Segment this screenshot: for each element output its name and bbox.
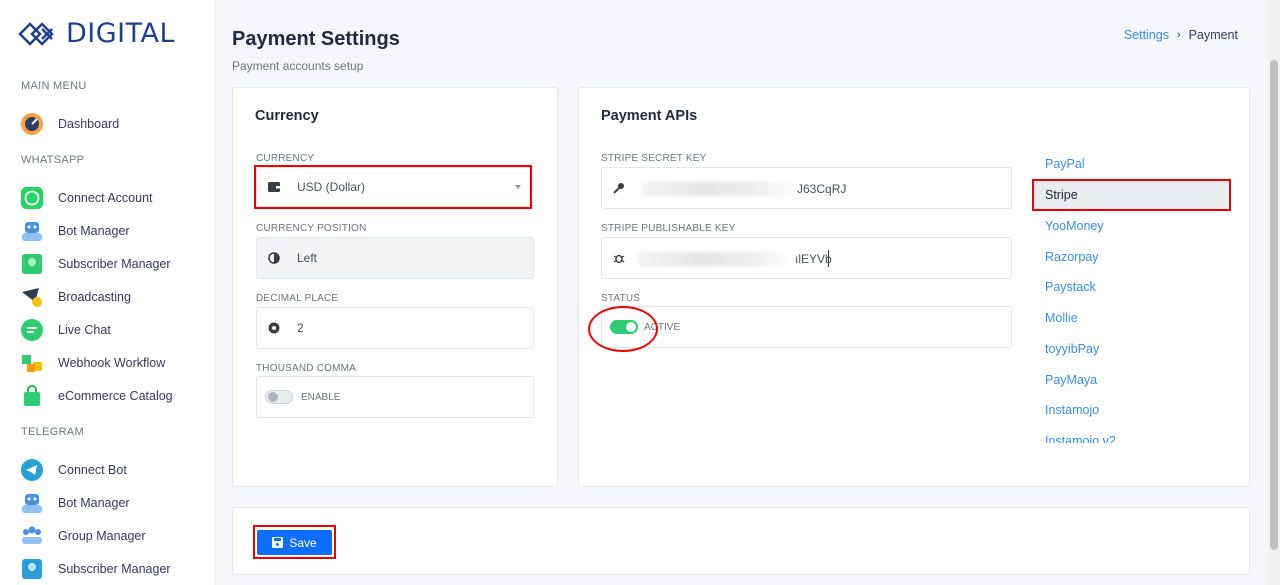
section-main-menu: MAIN MENU (21, 80, 87, 92)
decimal-place-label: DECIMAL PLACE (256, 293, 339, 304)
page-subtitle: Payment accounts setup (232, 59, 364, 73)
breadcrumb-current: Payment (1188, 28, 1238, 42)
key-icon (604, 182, 634, 194)
sidebar-item-connect-account[interactable]: Connect Account (19, 184, 209, 212)
provider-list-clip: Instamojo v2 (1045, 434, 1145, 443)
provider-paystack[interactable]: Paystack (1045, 280, 1096, 294)
subscriber-icon (19, 251, 45, 277)
stripe-secret-key-input[interactable]: J63CqRJ (601, 167, 1012, 209)
provider-paymaya[interactable]: PayMaya (1045, 373, 1097, 387)
thousand-comma-toggle-text: ENABLE (301, 391, 341, 403)
subscriber-icon (19, 556, 45, 582)
sidebar-item-label: Bot Manager (58, 496, 130, 510)
contrast-icon (259, 252, 289, 264)
currency-card: Currency (232, 87, 558, 487)
sidebar-item-tg-group-manager[interactable]: Group Manager (19, 522, 209, 550)
sidebar: DIGITAL MAIN MENU Dashboard WHATSAPP Con… (0, 0, 216, 585)
sidebar-item-tg-bot-manager[interactable]: Bot Manager (19, 489, 209, 517)
breadcrumb: Settings › Payment (1124, 28, 1238, 42)
sidebar-item-label: eCommerce Catalog (58, 389, 173, 403)
status-field: ACTIVE (601, 306, 1012, 348)
sidebar-item-label: Webhook Workflow (58, 356, 166, 370)
sidebar-item-label: Connect Account (58, 191, 153, 205)
text-cursor (828, 250, 829, 267)
stripe-publishable-key-input[interactable]: ılEYVb (601, 237, 1012, 279)
dot-circle-icon (259, 322, 289, 334)
sidebar-item-label: Bot Manager (58, 224, 130, 238)
currency-position-value: Left (297, 251, 318, 265)
stripe-secret-key-label: STRIPE SECRET KEY (601, 153, 707, 164)
provider-instamojo[interactable]: Instamojo (1045, 403, 1099, 417)
stripe-publishable-key-label: STRIPE PUBLISHABLE KEY (601, 223, 736, 234)
scrollbar-thumb[interactable] (1270, 60, 1278, 550)
status-label: STATUS (601, 293, 641, 304)
currency-card-title: Currency (255, 108, 319, 124)
provider-paypal[interactable]: PayPal (1045, 157, 1085, 171)
stripe-secret-key-suffix: J63CqRJ (797, 182, 847, 196)
sidebar-item-live-chat[interactable]: Live Chat (19, 316, 209, 344)
telegram-icon (19, 457, 45, 483)
provider-toyyibpay[interactable]: toyyibPay (1045, 342, 1099, 356)
thousand-comma-label: THOUSAND COMMA (256, 363, 357, 374)
logo-text: DIGITAL (66, 18, 176, 49)
chat-icon (19, 317, 45, 343)
provider-yoomoney[interactable]: YooMoney (1045, 219, 1104, 233)
provider-mollie[interactable]: Mollie (1045, 311, 1078, 325)
section-whatsapp: WHATSAPP (21, 154, 85, 166)
thousand-comma-field: ENABLE (256, 376, 534, 418)
whatsapp-icon (19, 185, 45, 211)
sidebar-item-label: Subscriber Manager (58, 562, 171, 576)
bot-icon (19, 490, 45, 516)
thousand-comma-toggle[interactable] (265, 390, 293, 404)
decimal-place-field[interactable]: 2 (256, 307, 534, 349)
logo-mark-icon (18, 21, 54, 46)
sidebar-item-webhook-workflow[interactable]: Webhook Workflow (19, 349, 209, 377)
sidebar-item-label: Live Chat (58, 323, 111, 337)
sidebar-item-subscriber-manager[interactable]: Subscriber Manager (19, 250, 209, 278)
webhook-icon (19, 350, 45, 376)
sidebar-item-bot-manager[interactable]: Bot Manager (19, 217, 209, 245)
dashboard-icon (19, 111, 45, 137)
sidebar-item-label: Subscriber Manager (58, 257, 171, 271)
sidebar-item-broadcasting[interactable]: Broadcasting (19, 283, 209, 311)
shopping-bag-icon (19, 383, 45, 409)
provider-instamojo-v2[interactable]: Instamojo v2 (1045, 434, 1116, 443)
currency-position-label: CURRENCY POSITION (256, 223, 367, 234)
bug-icon (604, 252, 634, 264)
sidebar-item-label: Dashboard (58, 117, 120, 131)
stripe-publishable-key-suffix: ılEYVb (795, 252, 832, 266)
currency-label: CURRENCY (256, 153, 315, 164)
sidebar-item-tg-subscriber-manager[interactable]: Subscriber Manager (19, 555, 209, 583)
provider-razorpay[interactable]: Razorpay (1045, 250, 1099, 264)
highlight-stripe (1032, 179, 1231, 211)
sidebar-item-label: Group Manager (58, 529, 146, 543)
decimal-place-value: 2 (297, 321, 304, 335)
sidebar-item-label: Broadcasting (58, 290, 131, 304)
toggle-knob (268, 392, 278, 402)
page-title: Payment Settings (232, 28, 400, 50)
sidebar-item-ecommerce-catalog[interactable]: eCommerce Catalog (19, 382, 209, 410)
section-telegram: TELEGRAM (21, 426, 84, 438)
group-icon (19, 523, 45, 549)
bot-icon (19, 218, 45, 244)
currency-position-field[interactable]: Left (256, 237, 534, 279)
payment-apis-card-title: Payment APIs (601, 108, 698, 124)
highlight-currency (254, 165, 532, 209)
highlight-save (253, 525, 336, 559)
footer-card (232, 507, 1250, 575)
breadcrumb-settings-link[interactable]: Settings (1124, 28, 1169, 42)
redacted-text (638, 252, 794, 266)
sidebar-item-label: Connect Bot (58, 463, 127, 477)
page-scrollbar[interactable] (1268, 0, 1280, 585)
payment-apis-card: Payment APIs (578, 87, 1250, 487)
brand-logo[interactable]: DIGITAL (18, 18, 175, 49)
highlight-status-toggle (588, 306, 658, 352)
sidebar-item-dashboard[interactable]: Dashboard (19, 110, 209, 138)
breadcrumb-separator: › (1176, 29, 1181, 41)
redacted-text (642, 182, 798, 196)
broadcast-icon (19, 284, 45, 310)
sidebar-item-tg-connect-bot[interactable]: Connect Bot (19, 456, 209, 484)
